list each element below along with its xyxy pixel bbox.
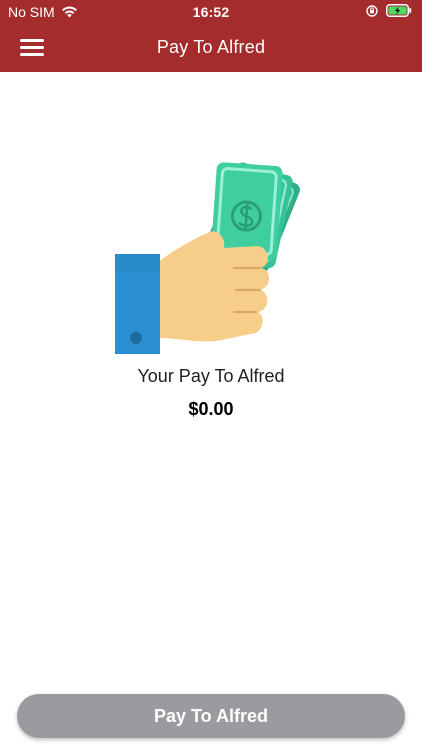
menu-line [20,53,44,56]
app-header: No SIM 16:52 Pay To Alfred [0,0,422,72]
nav-bar: Pay To Alfred [0,24,422,72]
orientation-lock-icon [366,4,378,17]
status-icons [366,4,412,17]
hand-holding-money-icon [115,162,300,354]
page-title: Pay To Alfred [156,37,266,57]
hamburger-menu-icon[interactable] [20,38,44,58]
menu-line [20,39,44,42]
pay-button[interactable]: Pay To Alfred [17,694,405,738]
pay-amount: $0.00 [188,399,234,419]
status-bar: No SIM 16:52 [0,0,422,24]
battery-charging-icon [386,4,412,17]
status-time: 16:52 [192,4,230,20]
menu-line [20,46,44,49]
pay-caption: Your Pay To Alfred [137,366,285,386]
